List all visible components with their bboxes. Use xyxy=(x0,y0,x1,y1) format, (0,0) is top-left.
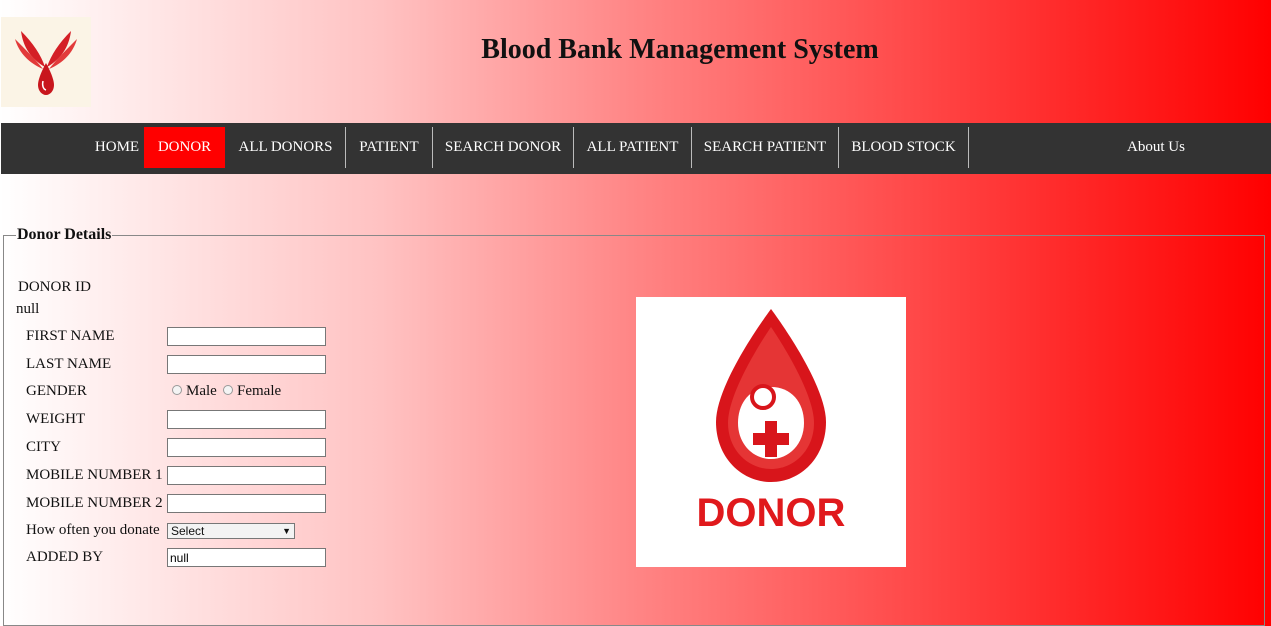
donor-id-label: DONOR ID xyxy=(18,279,91,295)
nav-patient[interactable]: PATIENT xyxy=(346,127,433,168)
city-field[interactable] xyxy=(167,438,326,457)
donor-id-value: null xyxy=(16,301,40,317)
nav-search-patient[interactable]: SEARCH PATIENT xyxy=(692,127,839,168)
main-nav: HOME DONOR ALL DONORS PATIENT SEARCH DON… xyxy=(1,123,1271,174)
donate-frequency-selected: Select xyxy=(171,524,205,538)
logo xyxy=(1,17,91,107)
weight-field[interactable] xyxy=(167,410,326,429)
first-name-field[interactable] xyxy=(167,327,326,346)
last-name-label: LAST NAME xyxy=(26,356,112,372)
donor-details-fieldset: Donor Details DONOR ID null FIRST NAME L… xyxy=(3,226,1265,626)
gender-male-label: Male xyxy=(186,383,217,399)
mobile1-label: MOBILE NUMBER 1 xyxy=(26,467,163,483)
nav-all-patient[interactable]: ALL PATIENT xyxy=(574,127,692,168)
city-label: CITY xyxy=(26,439,61,455)
donate-frequency-select[interactable]: Select ▼ xyxy=(167,523,295,539)
donor-details-legend: Donor Details xyxy=(17,226,112,243)
added-by-label: ADDED BY xyxy=(26,549,104,565)
chevron-down-icon: ▼ xyxy=(282,526,291,536)
gender-label: GENDER xyxy=(26,383,87,399)
blood-drop-hands-icon xyxy=(15,31,77,95)
nav-home[interactable]: HOME xyxy=(82,127,152,168)
donor-image: DONOR xyxy=(636,297,906,567)
first-name-label: FIRST NAME xyxy=(26,328,115,344)
donor-image-text: DONOR xyxy=(696,491,846,535)
page-title: Blood Bank Management System xyxy=(481,34,879,65)
nav-blood-stock[interactable]: BLOOD STOCK xyxy=(839,127,969,168)
donate-frequency-label: How often you donate xyxy=(26,522,160,538)
added-by-field[interactable] xyxy=(167,548,326,567)
gender-female-label: Female xyxy=(237,383,282,399)
mobile2-field[interactable] xyxy=(167,494,326,513)
mobile1-field[interactable] xyxy=(167,466,326,485)
last-name-field[interactable] xyxy=(167,355,326,374)
donor-blood-drop-icon xyxy=(716,309,826,482)
nav-about-us[interactable]: About Us xyxy=(1111,127,1201,168)
weight-label: WEIGHT xyxy=(26,411,86,427)
nav-donor[interactable]: DONOR xyxy=(144,127,225,168)
nav-all-donors[interactable]: ALL DONORS xyxy=(226,127,346,168)
nav-search-donor[interactable]: SEARCH DONOR xyxy=(433,127,574,168)
gender-male-radio[interactable] xyxy=(172,385,182,395)
mobile2-label: MOBILE NUMBER 2 xyxy=(26,495,163,511)
gender-female-radio[interactable] xyxy=(223,385,233,395)
